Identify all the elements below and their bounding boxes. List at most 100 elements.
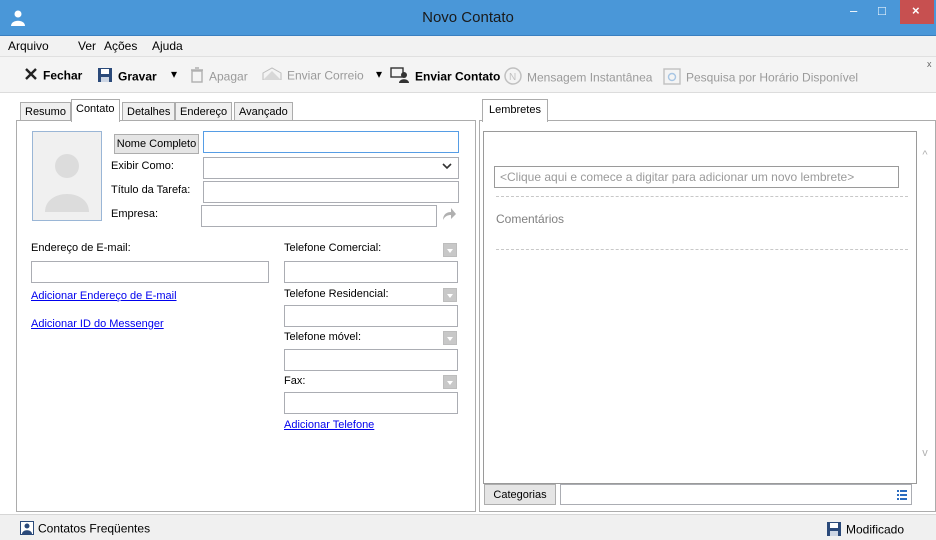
company-label: Empresa: [111, 208, 159, 220]
menu-ver[interactable]: Ver [78, 39, 96, 53]
tab-resumo[interactable]: Resumo [20, 102, 71, 121]
minimize-button[interactable]: – [842, 0, 868, 24]
send-contact-label: Enviar Contato [415, 69, 501, 84]
company-input[interactable] [201, 205, 437, 227]
reminders-pane: Lembretes <Clique aqui e comece a digita… [479, 98, 936, 512]
contact-book-icon [20, 521, 34, 538]
tab-lembretes[interactable]: Lembretes [482, 99, 548, 122]
add-messenger-link[interactable]: Adicionar ID do Messenger [31, 318, 164, 330]
tab-endereco[interactable]: Endereço [175, 102, 233, 121]
close-label: Fechar [43, 68, 83, 83]
save-button[interactable]: Gravar [97, 67, 157, 86]
share-arrow-icon[interactable] [441, 206, 461, 226]
fax-label: Fax: [284, 375, 306, 387]
full-name-button[interactable]: Nome Completo [114, 134, 199, 154]
categories-button[interactable]: Categorias [484, 484, 556, 505]
full-name-input[interactable] [203, 131, 459, 153]
save-dropdown-button[interactable]: ▾ [171, 67, 177, 81]
frequent-contacts-status[interactable]: Contatos Freqüentes [20, 521, 150, 538]
list-icon[interactable] [897, 489, 907, 503]
status-bar: Contatos Freqüentes Modificado [0, 514, 936, 540]
maximize-button[interactable]: □ [870, 0, 896, 24]
chevron-down-icon [447, 381, 453, 385]
chevron-down-icon[interactable] [442, 161, 452, 174]
chevron-down-icon: ▾ [376, 67, 383, 81]
window-title: Novo Contato [422, 9, 514, 26]
messenger-icon: N [504, 67, 522, 88]
job-title-input[interactable] [203, 181, 459, 203]
add-email-link[interactable]: Adicionar Endereço de E-mail [31, 290, 177, 302]
svg-text:N: N [509, 72, 516, 83]
menu-acoes[interactable]: Ações [104, 39, 137, 53]
calendar-search-icon [663, 67, 681, 88]
chevron-down-icon [447, 337, 453, 341]
job-title-label: Título da Tarefa: [111, 184, 191, 196]
menu-bar: Arquivo Ver Ações Ajuda [0, 36, 936, 57]
close-icon: × [912, 3, 920, 18]
home-phone-type-dropdown[interactable] [443, 288, 457, 302]
notes-area[interactable]: <Clique aqui e comece a digitar para adi… [483, 131, 917, 484]
send-contact-button[interactable]: Enviar Contato [390, 67, 500, 86]
close-button[interactable]: Fechar [24, 67, 82, 84]
business-phone-type-dropdown[interactable] [443, 243, 457, 257]
send-mail-label: Enviar Correio [287, 68, 364, 83]
scroll-up-icon[interactable]: ^ [917, 149, 933, 161]
modified-label: Modificado [846, 522, 905, 537]
categories-input[interactable] [560, 484, 912, 505]
mobile-phone-type-dropdown[interactable] [443, 331, 457, 345]
contact-form-pane: Resumo Contato Detalhes Endereço Avançad… [16, 98, 476, 512]
availability-search-button[interactable]: Pesquisa por Horário Disponível [663, 67, 858, 88]
minimize-icon: – [850, 3, 858, 18]
close-window-button[interactable]: × [900, 0, 934, 24]
menu-arquivo[interactable]: Arquivo [8, 39, 49, 53]
floppy-disk-icon [97, 67, 113, 86]
delete-label: Apagar [209, 69, 248, 84]
home-phone-label: Telefone Residencial: [284, 288, 389, 300]
contact-tab-body: Nome Completo Exibir Como: Título da Tar… [16, 120, 476, 512]
divider [496, 196, 908, 197]
envelope-icon [262, 67, 282, 84]
maximize-icon: □ [878, 3, 886, 18]
chevron-down-icon [447, 294, 453, 298]
business-phone-input[interactable] [284, 261, 458, 283]
comments-label: Comentários [496, 212, 565, 226]
instant-message-label: Mensagem Instantânea [527, 70, 653, 85]
chevron-down-icon [447, 249, 453, 253]
toolbar: Fechar Gravar ▾ Apagar Enviar Correio ▾ … [0, 57, 936, 93]
add-phone-link[interactable]: Adicionar Telefone [284, 419, 374, 431]
floppy-disk-icon [826, 521, 842, 540]
display-as-label: Exibir Como: [111, 160, 174, 172]
frequent-contacts-label: Contatos Freqüentes [38, 521, 151, 536]
modified-status: Modificado [826, 521, 904, 540]
home-phone-input[interactable] [284, 305, 458, 327]
email-label: Endereço de E-mail: [31, 242, 131, 254]
chevron-down-icon: ▾ [171, 67, 178, 81]
instant-message-button[interactable]: N Mensagem Instantânea [504, 67, 652, 88]
send-mail-dropdown-button[interactable]: ▾ [376, 67, 382, 81]
fax-type-dropdown[interactable] [443, 375, 457, 389]
availability-search-label: Pesquisa por Horário Disponível [686, 70, 859, 85]
scroll-down-icon[interactable]: v [917, 447, 933, 459]
save-label: Gravar [118, 69, 157, 84]
x-icon [24, 67, 38, 84]
business-phone-label: Telefone Comercial: [284, 242, 382, 254]
fax-input[interactable] [284, 392, 458, 414]
send-mail-button[interactable]: Enviar Correio [262, 67, 364, 84]
collapse-toolbar-icon[interactable]: x [927, 59, 932, 69]
trash-icon [190, 67, 204, 86]
mobile-phone-input[interactable] [284, 349, 458, 371]
tab-avancado[interactable]: Avançado [234, 102, 293, 121]
mobile-phone-label: Telefone móvel: [284, 331, 362, 343]
divider [496, 249, 908, 250]
delete-button[interactable]: Apagar [190, 67, 248, 86]
tab-contato[interactable]: Contato [71, 99, 120, 122]
email-input[interactable] [31, 261, 269, 283]
title-bar[interactable]: Novo Contato – □ × [0, 0, 936, 36]
contact-photo[interactable] [32, 131, 102, 221]
contact-card-icon [390, 67, 410, 86]
new-reminder-input[interactable]: <Clique aqui e comece a digitar para adi… [494, 166, 899, 188]
tab-detalhes[interactable]: Detalhes [122, 102, 176, 121]
reminders-body: <Clique aqui e comece a digitar para adi… [479, 120, 936, 512]
display-as-combo[interactable] [203, 157, 459, 179]
menu-ajuda[interactable]: Ajuda [152, 39, 183, 53]
